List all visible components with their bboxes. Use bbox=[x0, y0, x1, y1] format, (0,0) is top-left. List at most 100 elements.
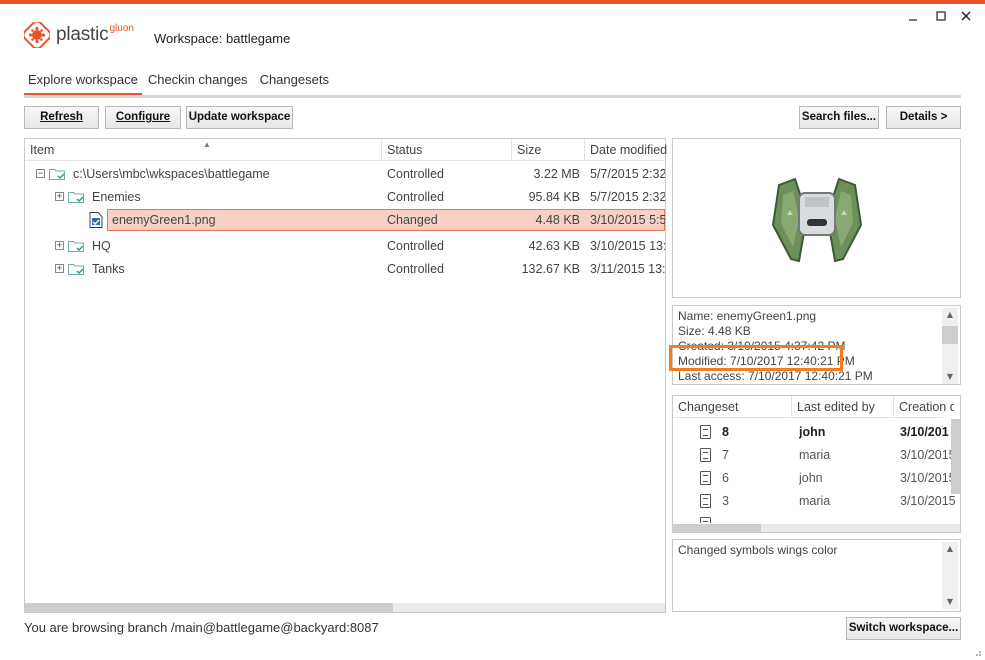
item-date: 5/7/2015 2:32 bbox=[590, 167, 665, 181]
enemy-ship-preview bbox=[771, 177, 863, 263]
scroll-up-icon[interactable]: ▲ bbox=[942, 542, 958, 556]
column-last-edited-by[interactable]: Last edited by bbox=[792, 396, 894, 418]
item-name: Tanks bbox=[92, 262, 125, 276]
changeset-row[interactable]: 8 john 3/10/201 bbox=[673, 421, 949, 444]
scroll-up-icon[interactable]: ▲ bbox=[942, 308, 958, 322]
column-creation-date[interactable]: Creation da bbox=[894, 396, 954, 418]
tab-explore-workspace[interactable]: Explore workspace bbox=[24, 72, 142, 96]
changeset-comment-panel[interactable]: Changed symbols wings color ▲ ▼ bbox=[672, 539, 961, 612]
table-row[interactable]: + HQ Controlled 42.63 KB 3/10/2015 13: bbox=[25, 235, 665, 257]
changeset-comment: Changed symbols wings color bbox=[678, 543, 838, 557]
changeset-row-partial[interactable] bbox=[673, 513, 943, 523]
changeset-id: 8 bbox=[722, 425, 729, 439]
column-size[interactable]: Size bbox=[512, 139, 585, 161]
changesets-header: Changeset Last edited by Creation da bbox=[673, 396, 954, 418]
tab-divider bbox=[24, 95, 961, 98]
logo-text: plastic bbox=[56, 24, 109, 45]
table-row-selected[interactable]: enemyGreen1.png Changed 4.48 KB 3/10/201… bbox=[25, 209, 665, 231]
column-changeset[interactable]: Changeset bbox=[673, 396, 792, 418]
update-workspace-button[interactable]: Update workspace bbox=[186, 106, 293, 129]
changeset-row[interactable]: 6 john 3/10/2015 bbox=[673, 467, 956, 490]
item-size: 95.84 KB bbox=[528, 190, 580, 204]
folder-controlled-icon bbox=[68, 241, 84, 252]
plastic-logo-icon bbox=[24, 22, 50, 48]
scroll-down-icon[interactable]: ▼ bbox=[942, 595, 958, 609]
resize-grip-icon[interactable] bbox=[972, 647, 982, 657]
changesets-hscroll-thumb[interactable] bbox=[673, 524, 761, 532]
item-name: enemyGreen1.png bbox=[112, 213, 216, 227]
table-row[interactable]: + Enemies Controlled 95.84 KB 5/7/2015 2… bbox=[25, 186, 665, 208]
item-status: Controlled bbox=[387, 239, 444, 253]
tab-checkin-changes[interactable]: Checkin changes bbox=[144, 72, 252, 96]
item-size: 132.67 KB bbox=[521, 262, 580, 276]
grid-horizontal-scrollbar[interactable] bbox=[25, 603, 665, 612]
switch-workspace-button[interactable]: Switch workspace... bbox=[846, 617, 961, 640]
item-status: Controlled bbox=[387, 190, 444, 204]
column-date-modified[interactable]: Date modified bbox=[585, 139, 667, 161]
changeset-icon bbox=[700, 425, 711, 439]
changeset-id: 6 bbox=[722, 471, 729, 485]
collapse-icon[interactable]: − bbox=[36, 169, 45, 178]
item-status: Changed bbox=[387, 213, 438, 227]
close-icon[interactable] bbox=[958, 8, 974, 24]
branch-status-text: You are browsing branch /main@battlegame… bbox=[24, 620, 379, 635]
changeset-id: 3 bbox=[722, 494, 729, 508]
expand-icon[interactable]: + bbox=[55, 192, 64, 201]
folder-controlled-icon bbox=[49, 169, 65, 180]
changeset-user: john bbox=[799, 471, 823, 485]
scroll-down-icon[interactable]: ▼ bbox=[942, 370, 958, 384]
workspace-title: Workspace: battlegame bbox=[154, 31, 291, 46]
expand-icon[interactable]: + bbox=[55, 264, 64, 273]
item-date: 5/7/2015 2:32 bbox=[590, 190, 665, 204]
item-status: Controlled bbox=[387, 262, 444, 276]
item-size: 4.48 KB bbox=[535, 213, 580, 227]
table-row[interactable]: + Tanks Controlled 132.67 KB 3/11/2015 1… bbox=[25, 258, 665, 280]
item-name: c:\Users\mbc\wkspaces\battlegame bbox=[73, 167, 270, 181]
comment-vertical-scrollbar[interactable]: ▲ ▼ bbox=[942, 542, 958, 609]
changeset-icon bbox=[700, 494, 711, 508]
grid-header: Item ▲ Status Size Date modified bbox=[25, 139, 667, 161]
folder-controlled-icon bbox=[68, 264, 84, 275]
tab-changesets[interactable]: Changesets bbox=[256, 72, 333, 96]
search-files-button[interactable]: Search files... bbox=[799, 106, 879, 129]
table-row[interactable]: − c:\Users\mbc\wkspaces\battlegame Contr… bbox=[25, 163, 665, 185]
changeset-user: maria bbox=[799, 448, 831, 462]
main-tabs: Explore workspace Checkin changes Change… bbox=[24, 72, 333, 96]
item-date: 3/10/2015 13: bbox=[590, 239, 665, 253]
search-files-button-label: Search files... bbox=[801, 111, 877, 123]
details-scroll-thumb[interactable] bbox=[942, 326, 958, 344]
minimize-icon[interactable] bbox=[905, 8, 921, 24]
maximize-icon[interactable] bbox=[933, 8, 949, 24]
image-preview bbox=[672, 138, 961, 298]
folder-controlled-icon bbox=[68, 192, 84, 203]
detail-last-access: Last access: 7/10/2017 12:40:21 PM bbox=[678, 369, 873, 383]
details-button-label: Details > bbox=[899, 111, 948, 123]
refresh-button-label: Refresh bbox=[40, 111, 83, 123]
grid-scroll-thumb[interactable] bbox=[25, 603, 393, 612]
item-size: 42.63 KB bbox=[528, 239, 580, 253]
changeset-user: maria bbox=[799, 494, 831, 508]
changesets-horizontal-scrollbar[interactable] bbox=[673, 524, 960, 532]
changesets-scroll-thumb[interactable] bbox=[951, 419, 960, 494]
item-size: 3.22 MB bbox=[533, 167, 580, 181]
refresh-button[interactable]: Refresh bbox=[24, 106, 99, 129]
changesets-panel: Changeset Last edited by Creation da 8 j… bbox=[672, 395, 961, 533]
changeset-icon bbox=[700, 471, 711, 485]
logo-sup: gluon bbox=[109, 22, 134, 34]
expand-icon[interactable]: + bbox=[55, 241, 64, 250]
changesets-vertical-scrollbar[interactable] bbox=[951, 419, 960, 494]
changeset-row[interactable]: 3 maria 3/10/2015 bbox=[673, 490, 956, 513]
plastic-logo: plastic gluon bbox=[24, 20, 134, 50]
item-status: Controlled bbox=[387, 167, 444, 181]
detail-name: Name: enemyGreen1.png bbox=[678, 309, 817, 323]
details-vertical-scrollbar[interactable]: ▲ ▼ bbox=[942, 308, 958, 384]
update-workspace-button-label: Update workspace bbox=[188, 111, 291, 123]
changeset-icon bbox=[700, 448, 711, 462]
details-button[interactable]: Details > bbox=[886, 106, 961, 129]
configure-button[interactable]: Configure bbox=[105, 106, 181, 129]
detail-size: Size: 4.48 KB bbox=[678, 324, 751, 338]
changeset-row[interactable]: 7 maria 3/10/2015 bbox=[673, 444, 956, 467]
accent-bar bbox=[0, 0, 985, 4]
column-status[interactable]: Status bbox=[382, 139, 512, 161]
configure-button-label: Configure bbox=[115, 111, 171, 123]
